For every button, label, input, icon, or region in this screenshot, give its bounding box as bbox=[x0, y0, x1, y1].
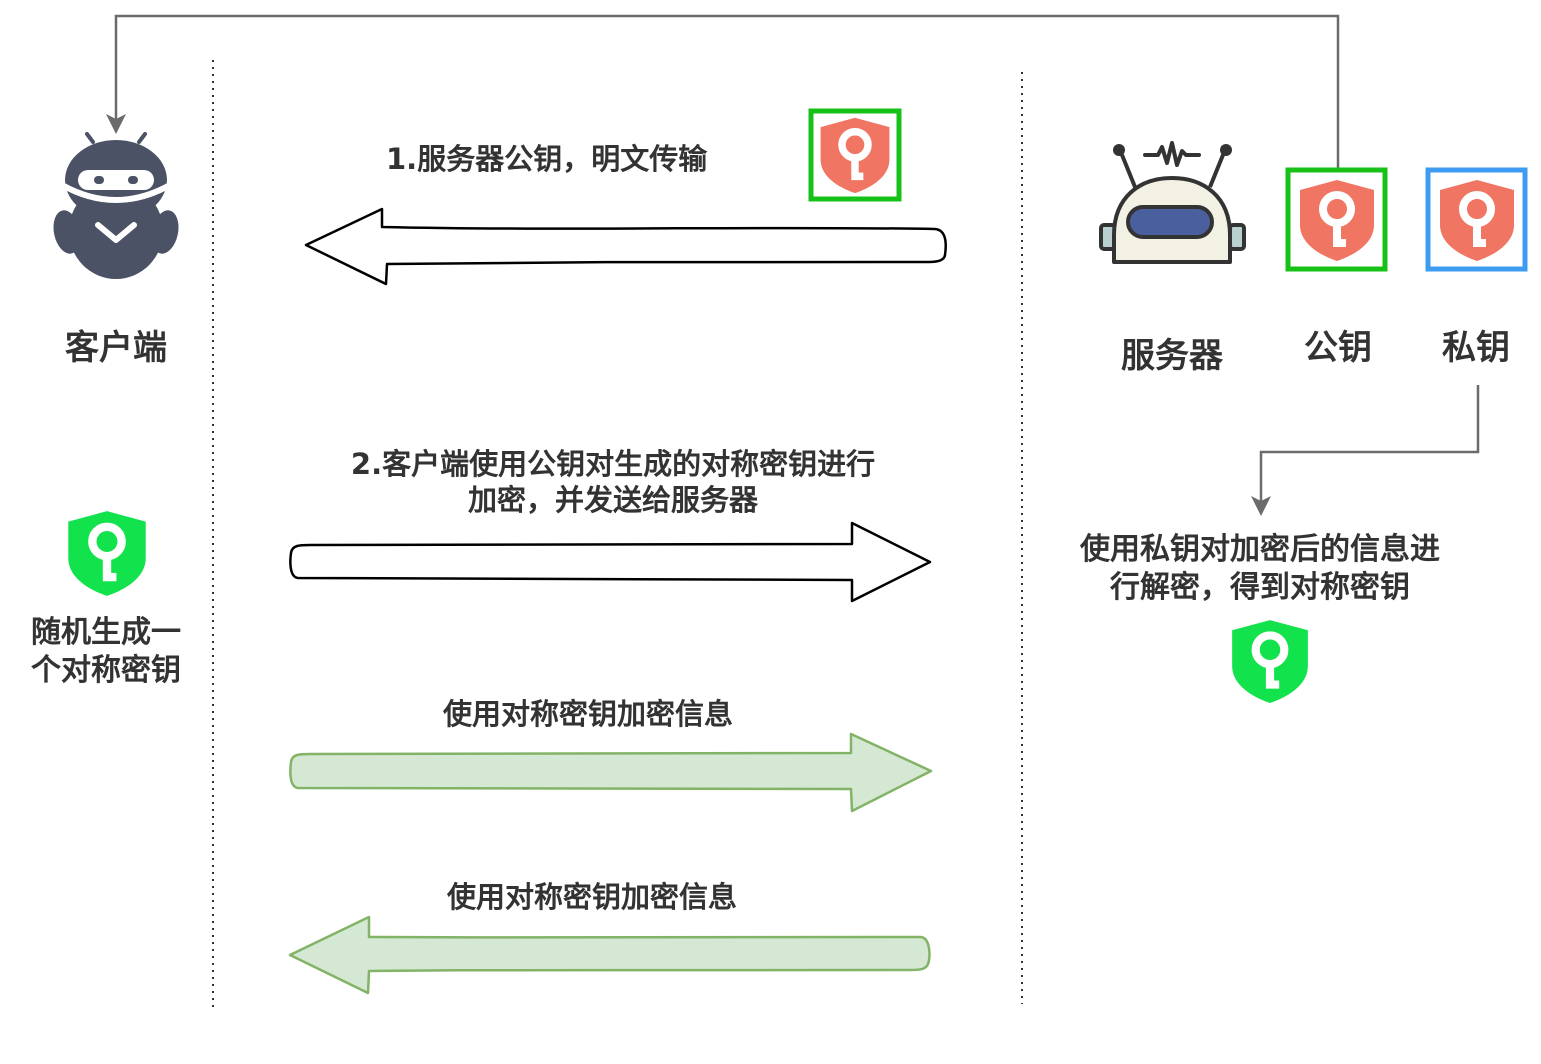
public-key-to-client-connector bbox=[106, 14, 1340, 168]
transit-public-key-shield-icon bbox=[821, 118, 890, 193]
client-note-line2: 个对称密钥 bbox=[31, 653, 181, 688]
client-robot-icon bbox=[53, 132, 179, 279]
public-key-label: 公钥 bbox=[1304, 328, 1372, 368]
arrow-step4-to-client bbox=[288, 915, 931, 995]
step2-line2: 加密，并发送给服务器 bbox=[467, 483, 758, 517]
server-symmetric-key-shield-icon bbox=[1232, 620, 1308, 703]
step1-label: 1.服务器公钥，明文传输 bbox=[386, 142, 708, 176]
arrow-step2-to-server bbox=[289, 521, 932, 603]
server-note-line1: 使用私钥对加密后的信息进 bbox=[1080, 532, 1440, 567]
step3-label: 使用对称密钥加密信息 bbox=[442, 697, 733, 731]
server-note: 使用私钥对加密后的信息进 行解密，得到对称密钥 bbox=[1040, 531, 1480, 607]
client-label: 客户端 bbox=[65, 328, 167, 368]
arrow-step1-to-client bbox=[304, 207, 947, 286]
client-note-line1: 随机生成一 bbox=[31, 615, 181, 650]
client-note: 随机生成一 个对称密钥 bbox=[16, 614, 196, 690]
public-key-shield-icon bbox=[1300, 180, 1374, 261]
step2-line1: 2.客户端使用公钥对生成的对称密钥进行 bbox=[350, 447, 876, 481]
private-key-to-note-connector bbox=[1251, 385, 1480, 516]
step2-label: 2.客户端使用公钥对生成的对称密钥进行 加密，并发送给服务器 bbox=[288, 446, 938, 518]
step4-label: 使用对称密钥加密信息 bbox=[446, 880, 737, 914]
server-note-line2: 行解密，得到对称密钥 bbox=[1110, 570, 1410, 605]
private-key-label: 私钥 bbox=[1442, 328, 1510, 368]
arrow-step3-to-server bbox=[289, 732, 933, 813]
private-key-shield-icon bbox=[1440, 180, 1514, 261]
server-robot-icon bbox=[1099, 141, 1246, 264]
server-label: 服务器 bbox=[1121, 336, 1223, 376]
client-symmetric-key-shield-icon bbox=[68, 511, 145, 596]
